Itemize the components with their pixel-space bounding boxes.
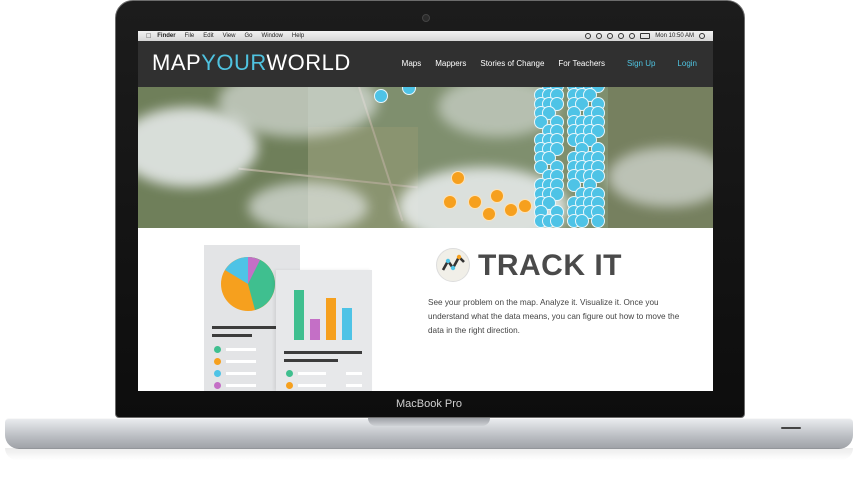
report-line: [212, 326, 276, 329]
report-line: [284, 351, 362, 354]
bluetooth-icon[interactable]: [607, 33, 614, 39]
bar-chart-bar: [294, 290, 304, 340]
pie-chart-icon: [221, 257, 275, 311]
menu-view[interactable]: View: [223, 33, 236, 39]
map-marker[interactable]: [468, 195, 482, 209]
sync-icon[interactable]: [596, 33, 603, 39]
legend-dot: [286, 382, 293, 389]
legend-dot: [214, 370, 221, 377]
report-line: [346, 372, 362, 375]
report-line: [346, 384, 362, 387]
nav-login[interactable]: Login: [677, 59, 697, 68]
camera: [422, 14, 430, 22]
map-marker[interactable]: [550, 214, 564, 228]
legend-dot: [214, 346, 221, 353]
legend-dot: [214, 358, 221, 365]
mac-menubar:  Finder File Edit View Go Window Help M…: [138, 31, 713, 41]
nav-stories-of-change[interactable]: Stories of Change: [480, 59, 544, 68]
map-marker[interactable]: [374, 89, 388, 103]
report-line: [226, 348, 256, 351]
site-logo[interactable]: MAPYOURWORLD: [152, 51, 351, 75]
legend-dot: [286, 370, 293, 377]
legend-dot: [214, 382, 221, 389]
logo-world: WORLD: [266, 50, 351, 75]
report-line: [298, 384, 326, 387]
map-marker[interactable]: [490, 189, 504, 203]
bar-chart-bar: [310, 319, 320, 340]
map-marker[interactable]: [451, 171, 465, 185]
logo-map: MAP: [152, 50, 202, 75]
report-line: [212, 334, 252, 337]
spotlight-icon[interactable]: [699, 33, 705, 39]
map-marker[interactable]: [402, 87, 416, 95]
time-machine-icon[interactable]: [585, 33, 592, 39]
report-line: [226, 360, 256, 363]
screen:  Finder File Edit View Go Window Help M…: [138, 31, 713, 391]
menu-window[interactable]: Window: [262, 33, 283, 39]
wifi-icon[interactable]: [618, 33, 625, 39]
map-cloud: [248, 182, 368, 228]
main-nav: Maps Mappers Stories of Change For Teach…: [388, 59, 697, 68]
volume-icon[interactable]: [629, 33, 636, 39]
sleep-indicator-light: [781, 427, 801, 429]
satellite-map[interactable]: [138, 87, 713, 228]
map-marker[interactable]: [591, 214, 605, 228]
feature-title: TRACK IT: [478, 249, 622, 282]
feature-description: See your problem on the map. Analyze it.…: [428, 298, 680, 335]
map-marker[interactable]: [575, 214, 589, 228]
laptop-notch: [368, 418, 490, 426]
menu-edit[interactable]: Edit: [203, 33, 213, 39]
laptop-shadow: [5, 448, 853, 460]
menu-help[interactable]: Help: [292, 33, 304, 39]
trend-line-icon: [436, 248, 470, 282]
map-marker[interactable]: [504, 203, 518, 217]
battery-icon[interactable]: [640, 33, 651, 39]
nav-sign-up[interactable]: Sign Up: [627, 59, 655, 68]
site-header: MAPYOURWORLD Maps Mappers Stories of Cha…: [138, 41, 713, 87]
bar-chart-bar: [326, 298, 336, 340]
menu-go[interactable]: Go: [245, 33, 253, 39]
feature-section: TRACK IT See your problem on the map. An…: [138, 228, 713, 391]
map-marker[interactable]: [518, 199, 532, 213]
logo-your: YOUR: [201, 50, 267, 75]
device-model-label: MacBook Pro: [395, 398, 463, 410]
apple-menu-icon[interactable]: : [146, 33, 151, 40]
menu-finder[interactable]: Finder: [157, 33, 175, 39]
nav-mappers[interactable]: Mappers: [435, 59, 466, 68]
report-line: [298, 372, 326, 375]
bar-chart-bar: [342, 308, 352, 340]
menu-file[interactable]: File: [185, 33, 195, 39]
nav-for-teachers[interactable]: For Teachers: [558, 59, 605, 68]
report-line: [226, 384, 256, 387]
menubar-clock[interactable]: Mon 10:50 AM: [655, 33, 694, 39]
map-marker[interactable]: [443, 195, 457, 209]
map-marker[interactable]: [482, 207, 496, 221]
report-line: [226, 372, 256, 375]
nav-maps[interactable]: Maps: [402, 59, 422, 68]
report-line: [284, 359, 338, 362]
menubar-status: Mon 10:50 AM: [585, 31, 705, 41]
